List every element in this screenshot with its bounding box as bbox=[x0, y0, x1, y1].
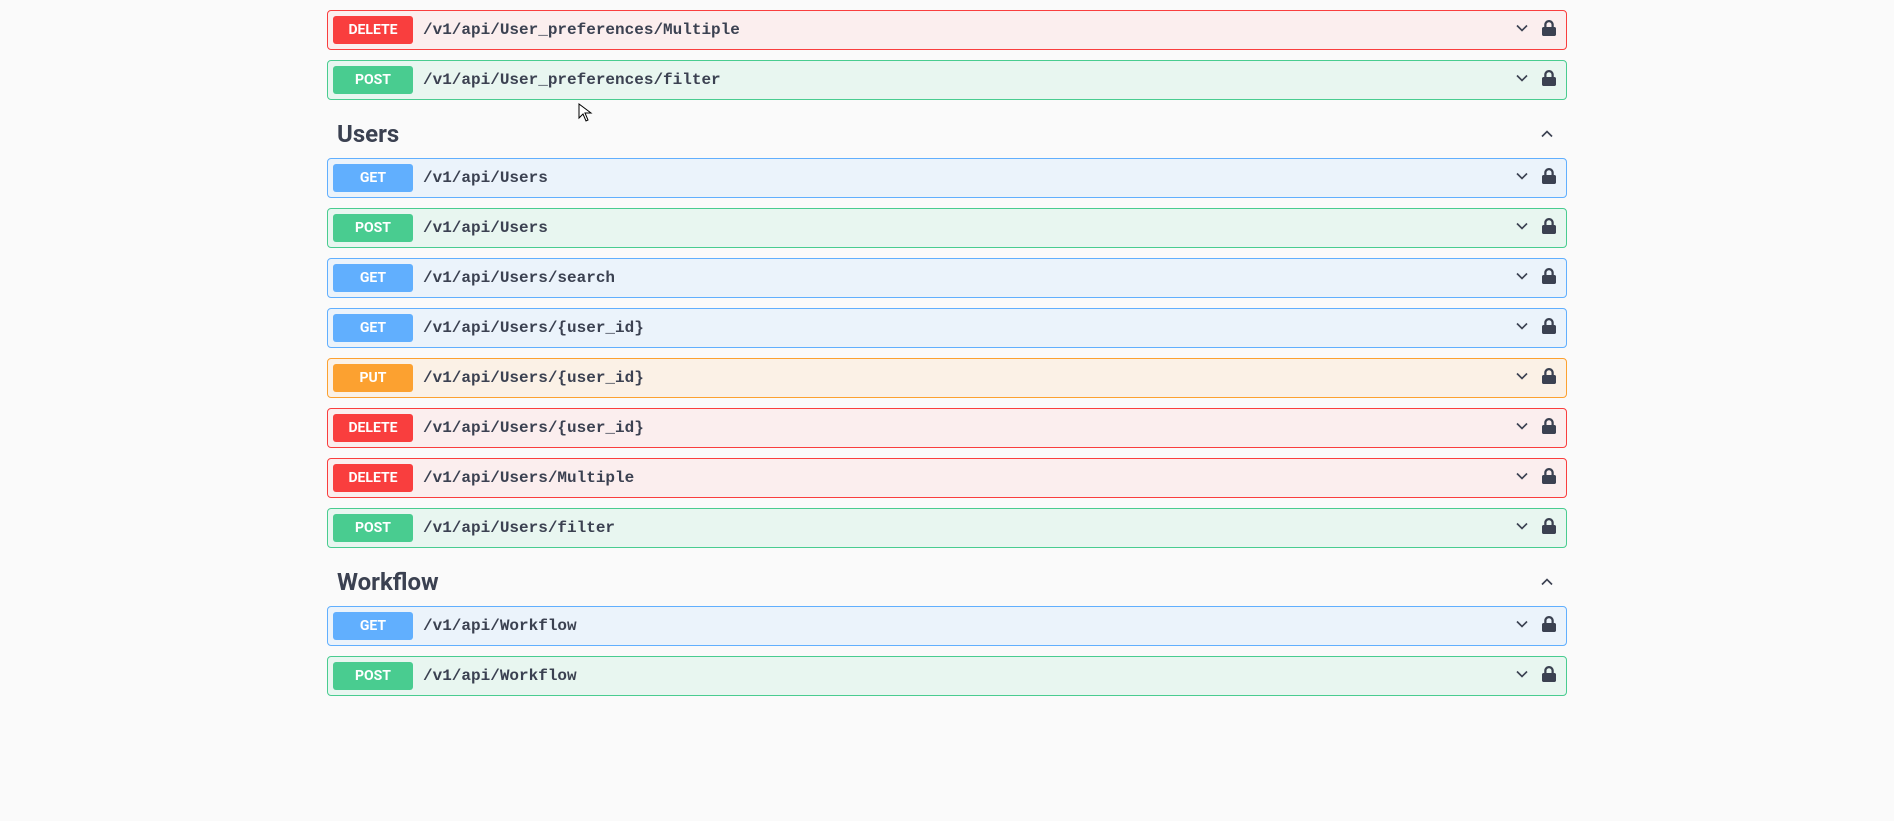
chevron-down-icon[interactable] bbox=[1512, 316, 1532, 340]
lock-icon[interactable] bbox=[1542, 518, 1556, 538]
lock-icon[interactable] bbox=[1542, 20, 1556, 40]
lock-icon[interactable] bbox=[1542, 666, 1556, 686]
endpoint-path: /v1/api/Users bbox=[423, 219, 1512, 237]
chevron-down-icon[interactable] bbox=[1512, 614, 1532, 638]
lock-icon[interactable] bbox=[1542, 268, 1556, 288]
endpoint-path: /v1/api/Users bbox=[423, 169, 1512, 187]
endpoint-row[interactable]: GET/v1/api/Users/search bbox=[327, 258, 1567, 298]
lock-icon[interactable] bbox=[1542, 468, 1556, 488]
endpoint-path: /v1/api/Users/Multiple bbox=[423, 469, 1512, 487]
endpoint-row[interactable]: GET/v1/api/Workflow bbox=[327, 606, 1567, 646]
endpoint-row[interactable]: DELETE/v1/api/User_preferences/Multiple bbox=[327, 10, 1567, 50]
chevron-down-icon[interactable] bbox=[1512, 266, 1532, 290]
method-badge-post: POST bbox=[333, 66, 413, 94]
chevron-down-icon[interactable] bbox=[1512, 166, 1532, 190]
lock-icon[interactable] bbox=[1542, 168, 1556, 188]
section-title: Users bbox=[337, 120, 399, 148]
endpoint-row[interactable]: GET/v1/api/Users bbox=[327, 158, 1567, 198]
lock-icon[interactable] bbox=[1542, 616, 1556, 636]
method-badge-get: GET bbox=[333, 164, 413, 192]
chevron-down-icon[interactable] bbox=[1512, 664, 1532, 688]
endpoint-row[interactable]: POST/v1/api/User_preferences/filter bbox=[327, 60, 1567, 100]
method-badge-delete: DELETE bbox=[333, 16, 413, 44]
endpoint-path: /v1/api/Users/search bbox=[423, 269, 1512, 287]
lock-icon[interactable] bbox=[1542, 70, 1556, 90]
method-badge-delete: DELETE bbox=[333, 414, 413, 442]
method-badge-get: GET bbox=[333, 314, 413, 342]
method-badge-get: GET bbox=[333, 264, 413, 292]
chevron-up-icon[interactable] bbox=[1537, 572, 1557, 592]
endpoint-row[interactable]: GET/v1/api/Users/{user_id} bbox=[327, 308, 1567, 348]
chevron-down-icon[interactable] bbox=[1512, 216, 1532, 240]
endpoint-path: /v1/api/Users/{user_id} bbox=[423, 419, 1512, 437]
method-badge-get: GET bbox=[333, 612, 413, 640]
endpoint-path: /v1/api/Workflow bbox=[423, 667, 1512, 685]
endpoint-path: /v1/api/Users/{user_id} bbox=[423, 319, 1512, 337]
endpoint-path: /v1/api/User_preferences/Multiple bbox=[423, 21, 1512, 39]
section-header[interactable]: Workflow bbox=[327, 558, 1567, 606]
lock-icon[interactable] bbox=[1542, 418, 1556, 438]
method-badge-delete: DELETE bbox=[333, 464, 413, 492]
chevron-down-icon[interactable] bbox=[1512, 416, 1532, 440]
chevron-down-icon[interactable] bbox=[1512, 366, 1532, 390]
endpoint-row[interactable]: POST/v1/api/Users bbox=[327, 208, 1567, 248]
section-header[interactable]: Users bbox=[327, 110, 1567, 158]
lock-icon[interactable] bbox=[1542, 368, 1556, 388]
endpoint-row[interactable]: DELETE/v1/api/Users/Multiple bbox=[327, 458, 1567, 498]
chevron-down-icon[interactable] bbox=[1512, 18, 1532, 42]
chevron-down-icon[interactable] bbox=[1512, 466, 1532, 490]
endpoint-row[interactable]: DELETE/v1/api/Users/{user_id} bbox=[327, 408, 1567, 448]
lock-icon[interactable] bbox=[1542, 318, 1556, 338]
endpoint-row[interactable]: POST/v1/api/Users/filter bbox=[327, 508, 1567, 548]
lock-icon[interactable] bbox=[1542, 218, 1556, 238]
endpoint-path: /v1/api/User_preferences/filter bbox=[423, 71, 1512, 89]
section-title: Workflow bbox=[337, 568, 439, 596]
endpoint-path: /v1/api/Workflow bbox=[423, 617, 1512, 635]
method-badge-post: POST bbox=[333, 514, 413, 542]
method-badge-put: PUT bbox=[333, 364, 413, 392]
endpoint-path: /v1/api/Users/{user_id} bbox=[423, 369, 1512, 387]
endpoint-row[interactable]: PUT/v1/api/Users/{user_id} bbox=[327, 358, 1567, 398]
endpoint-path: /v1/api/Users/filter bbox=[423, 519, 1512, 537]
chevron-down-icon[interactable] bbox=[1512, 516, 1532, 540]
endpoint-row[interactable]: POST/v1/api/Workflow bbox=[327, 656, 1567, 696]
method-badge-post: POST bbox=[333, 662, 413, 690]
chevron-up-icon[interactable] bbox=[1537, 124, 1557, 144]
method-badge-post: POST bbox=[333, 214, 413, 242]
chevron-down-icon[interactable] bbox=[1512, 68, 1532, 92]
